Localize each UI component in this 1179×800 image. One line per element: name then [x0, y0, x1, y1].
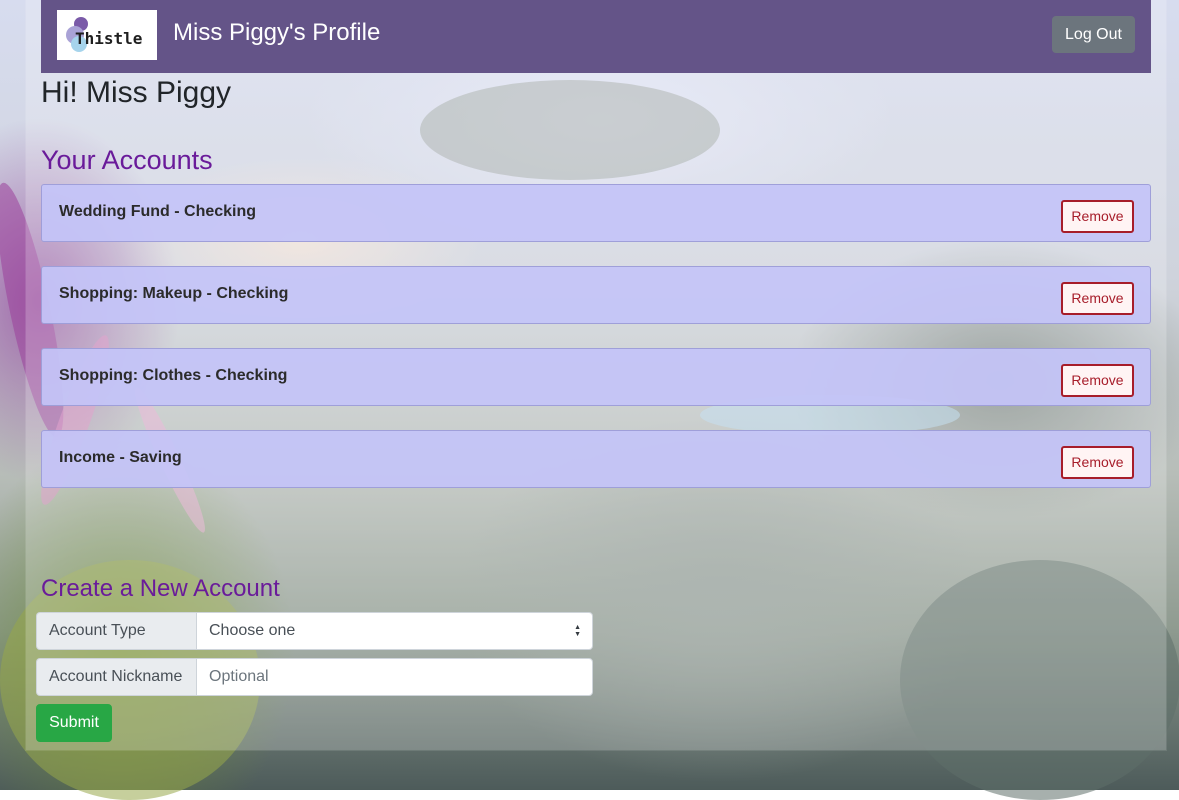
- submit-button[interactable]: Submit: [36, 704, 112, 742]
- page-title: Miss Piggy's Profile: [173, 19, 381, 46]
- remove-account-button[interactable]: Remove: [1061, 200, 1134, 233]
- logout-button[interactable]: Log Out: [1052, 16, 1135, 53]
- account-card: Wedding Fund - Checking Remove: [41, 184, 1151, 242]
- logo-text: Thistle: [75, 29, 143, 48]
- remove-account-button[interactable]: Remove: [1061, 282, 1134, 315]
- account-name: Income - Saving: [59, 449, 182, 466]
- create-account-heading: Create a New Account: [41, 575, 280, 602]
- greeting-heading: Hi! Miss Piggy: [41, 76, 232, 109]
- select-updown-icon: ▲ ▼: [574, 624, 581, 638]
- account-nickname-input[interactable]: [209, 668, 592, 686]
- account-type-label: Account Type: [36, 612, 196, 650]
- account-nickname-label: Account Nickname: [36, 658, 196, 696]
- account-card: Income - Saving Remove: [41, 430, 1151, 488]
- account-name: Wedding Fund - Checking: [59, 203, 257, 220]
- account-type-select[interactable]: Choose one ▲ ▼: [196, 612, 593, 650]
- thistle-logo[interactable]: Thistle: [57, 10, 157, 60]
- account-name: Shopping: Makeup - Checking: [59, 285, 289, 302]
- account-type-selected: Choose one: [209, 622, 296, 639]
- remove-account-button[interactable]: Remove: [1061, 446, 1134, 479]
- account-card: Shopping: Makeup - Checking Remove: [41, 266, 1151, 324]
- account-card: Shopping: Clothes - Checking Remove: [41, 348, 1151, 406]
- account-type-group: Account Type Choose one ▲ ▼: [36, 612, 593, 650]
- remove-account-button[interactable]: Remove: [1061, 364, 1134, 397]
- top-navbar: Thistle Miss Piggy's Profile Log Out: [41, 0, 1151, 73]
- account-name: Shopping: Clothes - Checking: [59, 367, 288, 384]
- account-nickname-group: Account Nickname: [36, 658, 593, 696]
- account-nickname-field-wrapper: [196, 658, 593, 696]
- accounts-heading: Your Accounts: [41, 145, 213, 175]
